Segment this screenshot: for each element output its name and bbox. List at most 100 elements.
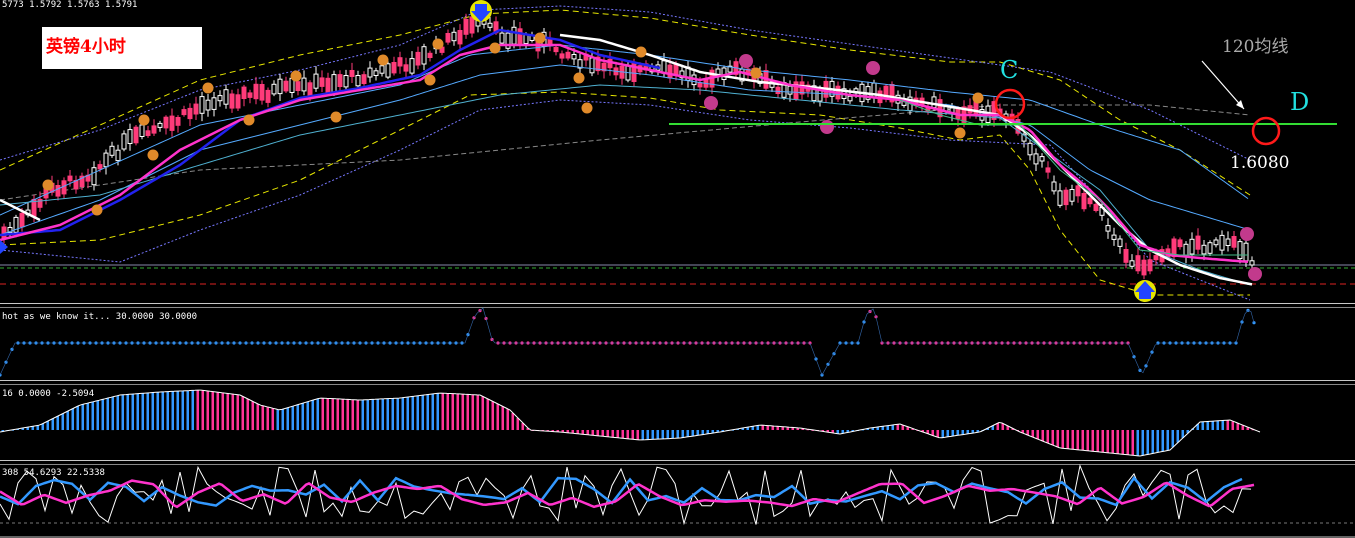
candle-body: [1051, 181, 1057, 192]
candle-body: [847, 95, 853, 102]
p2-bar: [396, 398, 399, 430]
signal-dot-orange: [290, 70, 302, 82]
forex-chart: 5773 1.5792 1.5763 1.5791 C D 120均线 1.60…: [0, 0, 1355, 538]
signal-dot-orange: [972, 92, 984, 104]
p2-bar: [186, 390, 189, 430]
p2-bar: [106, 398, 109, 430]
p2-bar: [481, 396, 484, 430]
p2-bar: [436, 393, 439, 431]
p2-bar: [291, 406, 294, 430]
signal-dot-orange: [573, 72, 585, 84]
p2-bar: [246, 399, 249, 430]
p2-bar: [691, 430, 694, 437]
p2-bar: [351, 399, 354, 430]
candle-body: [109, 145, 115, 156]
p2-bar: [1126, 430, 1129, 455]
candle-body: [1105, 225, 1111, 232]
p2-bar: [1141, 430, 1144, 456]
p2-bar: [316, 398, 319, 430]
circle-d: [1251, 116, 1281, 146]
candle-body: [295, 81, 301, 91]
p2-bar: [271, 408, 274, 431]
p2-bar: [156, 392, 159, 430]
signal-dot-orange: [147, 149, 159, 161]
label-d: D: [1290, 88, 1309, 116]
p2-bar: [1106, 430, 1109, 453]
candle-body: [349, 70, 355, 77]
p2-bar: [491, 401, 494, 430]
panel3-label: 308 54.6293 22.5338: [2, 468, 105, 478]
candle-body: [511, 26, 517, 45]
p2-bar: [76, 406, 79, 430]
candle-body: [1027, 142, 1033, 156]
signal-dot-orange: [243, 114, 255, 126]
label-c: C: [1000, 56, 1018, 84]
candle-body: [1183, 243, 1189, 257]
p2-bar: [1171, 430, 1174, 448]
p2-bar: [956, 430, 959, 436]
candle-body: [787, 85, 793, 95]
p2-bar: [1041, 430, 1044, 442]
p2-bar: [56, 416, 59, 430]
signal-dot-orange: [424, 74, 436, 86]
candle-body: [271, 83, 277, 95]
signal-dot-orange: [330, 111, 342, 123]
candle-body: [277, 78, 283, 95]
p2-bar: [381, 398, 384, 430]
candle-body: [97, 164, 103, 170]
p2-bar: [626, 430, 629, 439]
p2-bar: [386, 398, 389, 430]
candle-body: [1093, 203, 1099, 211]
p2-bar: [101, 399, 104, 431]
p2-bar: [486, 399, 489, 430]
p2-bar: [1061, 430, 1064, 449]
p2-bar: [146, 392, 149, 430]
price-info: 5773 1.5792 1.5763 1.5791: [2, 0, 137, 10]
candle-body: [1207, 242, 1213, 254]
candle-body: [1135, 255, 1141, 272]
signal-dot-pink: [704, 96, 718, 110]
candle-body: [181, 109, 187, 116]
p2-bar: [761, 425, 764, 430]
p2-bar: [1001, 423, 1004, 430]
candle-body: [1147, 259, 1153, 272]
p2-bar: [371, 399, 374, 430]
p2-bar: [231, 394, 234, 430]
p2-bar: [121, 394, 124, 430]
candle-body: [415, 51, 421, 66]
p2-bar: [401, 397, 404, 430]
p2-bar: [1221, 420, 1224, 430]
candle-body: [391, 62, 397, 74]
p2-bar: [1201, 421, 1204, 430]
p2-bar: [601, 430, 604, 437]
p2-bar: [1096, 430, 1099, 452]
p2-bar: [656, 430, 659, 440]
signal-dot-orange: [202, 82, 214, 94]
signal-dot-pink: [1240, 227, 1254, 241]
p2-bar: [766, 425, 769, 430]
candle-body: [469, 16, 475, 34]
p2-bar: [276, 409, 279, 430]
p2-bar: [46, 421, 49, 430]
candle-body: [217, 95, 223, 102]
p2-bar: [161, 391, 164, 430]
signal-dot-orange: [954, 127, 966, 139]
candle-body: [1075, 185, 1081, 197]
p2-bar: [611, 430, 614, 438]
p2-bar: [666, 430, 669, 439]
candle-body: [151, 125, 157, 134]
candle-body: [517, 28, 523, 45]
candle-body: [67, 175, 73, 182]
candle-body: [313, 73, 319, 89]
p2-bar: [126, 394, 129, 430]
candle-body: [1213, 239, 1219, 246]
up-arrow-signal: [1134, 280, 1156, 302]
ma-120-grey: [0, 104, 1251, 201]
p2-bar: [441, 393, 444, 430]
candle-body: [1201, 244, 1207, 255]
signal-dot-orange: [377, 54, 389, 66]
p2-bar: [416, 395, 419, 431]
candle-body: [103, 152, 109, 168]
p2-bar: [391, 398, 394, 430]
candle-body: [1057, 190, 1063, 206]
